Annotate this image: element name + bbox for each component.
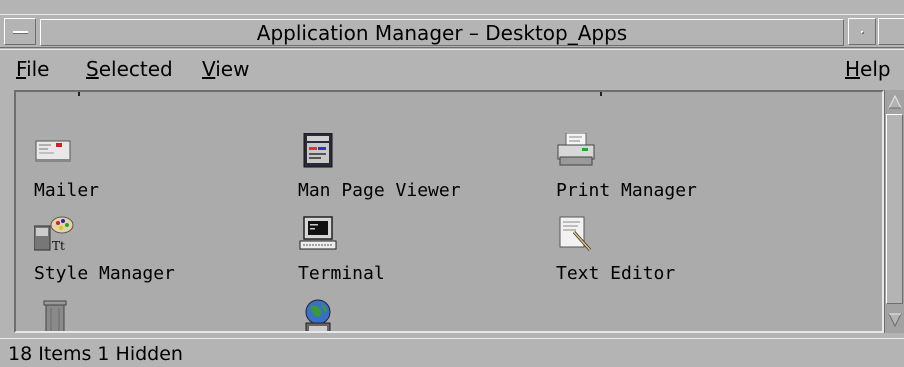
menu-help[interactable]: Help — [845, 57, 891, 81]
scroll-down-arrow-icon[interactable] — [888, 312, 902, 328]
menu-selected[interactable]: Selected — [86, 57, 173, 81]
window-menu-button[interactable] — [4, 18, 36, 45]
menu-file-label: ile — [26, 57, 50, 81]
menu-view[interactable]: View — [202, 57, 249, 81]
menu-help-label: elp — [860, 57, 891, 81]
app-label: Text Editor — [556, 263, 676, 284]
window-title[interactable]: Application Manager – Desktop_Apps — [40, 19, 844, 46]
menu-file-mnemonic: F — [16, 57, 27, 81]
app-label: Print Manager — [556, 180, 697, 201]
app-icon-web-browser[interactable] — [298, 299, 538, 331]
partial-label-fragment — [600, 92, 602, 96]
svg-text:Tt: Tt — [52, 239, 65, 252]
app-icon-man-page-viewer[interactable]: Man Page Viewer — [298, 133, 538, 213]
menu-file[interactable]: File — [16, 57, 49, 81]
printer-icon — [557, 133, 595, 166]
title-bar: Application Manager – Desktop_Apps — [0, 14, 904, 48]
menu-view-label: iew — [215, 57, 250, 81]
app-label: Style Manager — [34, 263, 175, 284]
menu-help-mnemonic: H — [845, 57, 861, 81]
icon-view[interactable]: Mailer Man Page Viewer Print Manager Tt … — [14, 90, 884, 333]
scroll-thumb[interactable] — [886, 114, 903, 304]
status-text: 18 Items 1 Hidden — [8, 343, 183, 365]
scroll-up-arrow-icon[interactable] — [888, 94, 902, 110]
window-menu-icon — [13, 31, 28, 34]
web-browser-icon — [305, 299, 331, 331]
app-label: Mailer — [34, 180, 100, 201]
mailer-icon — [35, 140, 71, 162]
style-manager-icon: Tt — [34, 216, 74, 252]
partial-label-fragment — [78, 92, 80, 96]
maximize-button[interactable] — [878, 18, 904, 45]
terminal-icon — [299, 216, 337, 250]
minimize-icon — [861, 31, 864, 34]
status-bar: 18 Items 1 Hidden — [0, 338, 904, 367]
vertical-scrollbar[interactable] — [884, 90, 904, 333]
app-icon-print-manager[interactable]: Print Manager — [556, 133, 796, 213]
app-icon-text-editor[interactable]: Text Editor — [556, 216, 796, 296]
app-icon-trash[interactable] — [34, 299, 274, 331]
app-label: Man Page Viewer — [298, 180, 461, 201]
app-icon-mailer[interactable]: Mailer — [34, 133, 274, 213]
app-icon-terminal[interactable]: Terminal — [298, 216, 538, 296]
menu-view-mnemonic: V — [202, 57, 216, 81]
app-icon-style-manager[interactable]: Tt Style Manager — [34, 216, 274, 296]
minimize-button[interactable] — [848, 18, 876, 45]
text-editor-icon — [559, 216, 592, 251]
trash-can-icon — [43, 300, 67, 331]
menu-selected-mnemonic: S — [86, 57, 99, 81]
app-label: Terminal — [298, 263, 385, 284]
menu-bar: File Selected View Help — [0, 49, 904, 89]
man-page-viewer-icon — [303, 133, 333, 168]
menu-selected-label: elected — [98, 57, 173, 81]
